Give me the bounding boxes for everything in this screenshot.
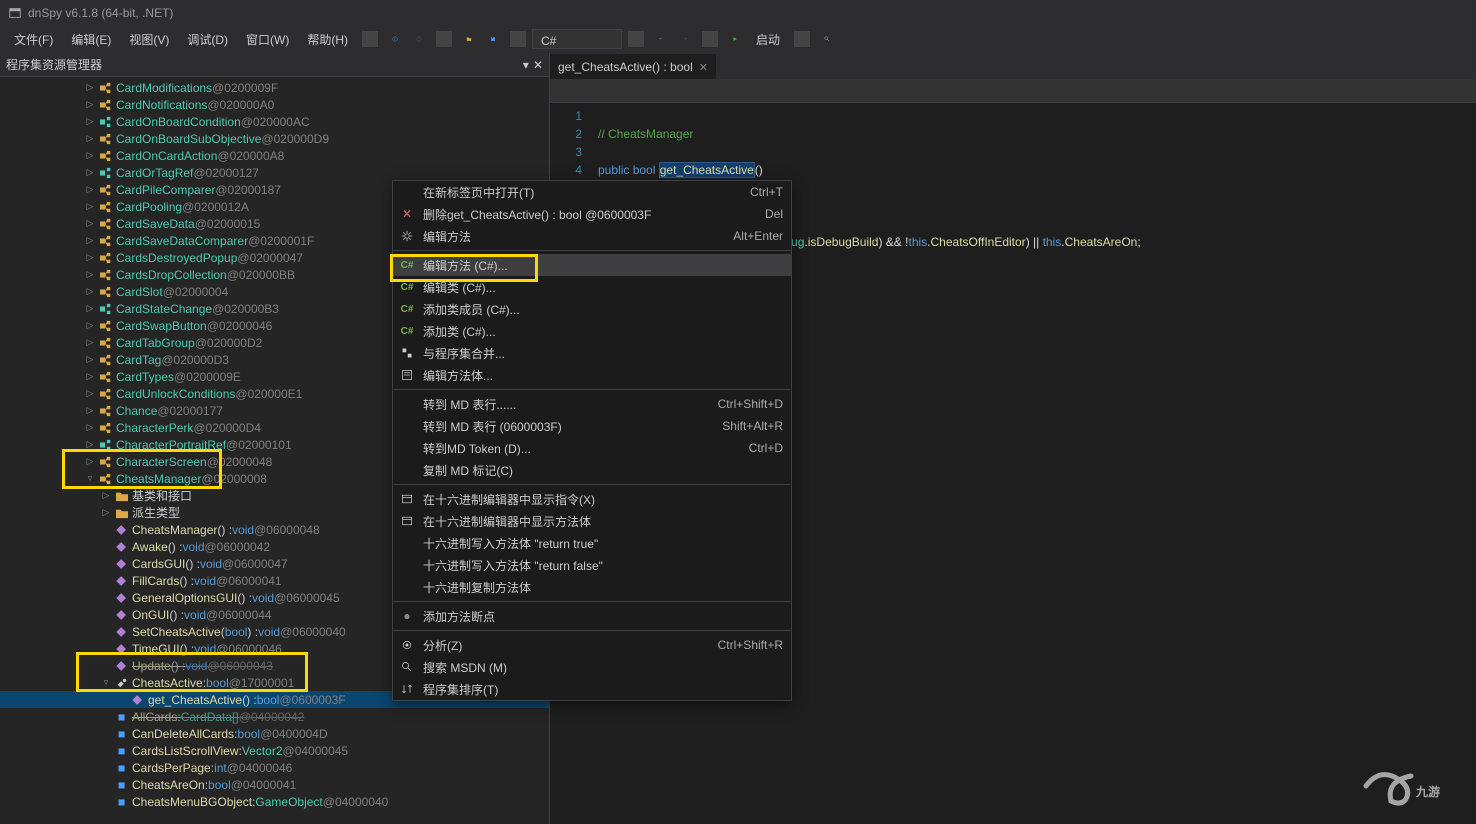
- context-menu-item[interactable]: 搜索 MSDN (M): [393, 656, 791, 678]
- save-all-icon[interactable]: [482, 28, 504, 50]
- tree-node[interactable]: CardsPerPage : int @04000046: [0, 759, 549, 776]
- context-menu-item[interactable]: 十六进制写入方法体 "return false": [393, 554, 791, 576]
- tree-node[interactable]: ▷CardOnBoardCondition @020000AC: [0, 113, 549, 130]
- context-menu-item[interactable]: 编辑方法体...: [393, 364, 791, 386]
- tab-close-icon[interactable]: ✕: [699, 61, 708, 74]
- watermark: 九游: [1356, 751, 1466, 814]
- context-menu-item[interactable]: 编辑方法Alt+Enter: [393, 225, 791, 247]
- tree-node[interactable]: CheatsMenuBGObject : GameObject @0400004…: [0, 793, 549, 810]
- menu-bar: 文件(F) 编辑(E) 视图(V) 调试(D) 窗口(W) 帮助(H) C# 启…: [0, 25, 1476, 53]
- tree-node[interactable]: ▷CardNotifications @020000A0: [0, 96, 549, 113]
- undo-icon[interactable]: [650, 28, 672, 50]
- svg-text:九游: 九游: [1415, 784, 1440, 799]
- tab-label: get_CheatsActive() : bool: [558, 60, 693, 74]
- menu-window[interactable]: 窗口(W): [238, 27, 297, 52]
- tree-node[interactable]: ▷CardOrTagRef @02000127: [0, 164, 549, 181]
- menu-debug[interactable]: 调试(D): [179, 27, 236, 52]
- start-icon[interactable]: [724, 28, 746, 50]
- tab-get-cheats-active[interactable]: get_CheatsActive() : bool ✕: [550, 54, 716, 79]
- context-menu-item[interactable]: 与程序集合并...: [393, 342, 791, 364]
- context-menu-item[interactable]: 十六进制写入方法体 "return true": [393, 532, 791, 554]
- tree-node[interactable]: CardsListScrollView : Vector2 @04000045: [0, 742, 549, 759]
- context-menu-item[interactable]: 复制 MD 标记(C): [393, 459, 791, 481]
- context-menu-item[interactable]: ●添加方法断点: [393, 605, 791, 627]
- context-menu-item[interactable]: 在十六进制编辑器中显示方法体: [393, 510, 791, 532]
- breadcrumb-bar: [550, 79, 1476, 103]
- tree-node[interactable]: AllCards : CardData[] @04000042: [0, 708, 549, 725]
- context-menu-item[interactable]: 转到MD Token (D)...Ctrl+D: [393, 437, 791, 459]
- context-menu-item[interactable]: C#编辑方法 (C#)...: [393, 254, 791, 276]
- menu-help[interactable]: 帮助(H): [299, 27, 356, 52]
- context-menu-item[interactable]: ✕删除get_CheatsActive() : bool @0600003FDe…: [393, 203, 791, 225]
- nav-forward-icon[interactable]: [408, 28, 430, 50]
- app-icon: [8, 6, 22, 20]
- tree-node[interactable]: ▷CardOnCardAction @020000A8: [0, 147, 549, 164]
- menu-edit[interactable]: 编辑(E): [63, 27, 119, 52]
- context-menu-item[interactable]: 程序集排序(T): [393, 678, 791, 700]
- menu-file[interactable]: 文件(F): [6, 27, 61, 52]
- search-icon[interactable]: [816, 28, 838, 50]
- context-menu-item[interactable]: C#编辑类 (C#)...: [393, 276, 791, 298]
- context-menu-item[interactable]: C#添加类成员 (C#)...: [393, 298, 791, 320]
- language-combo[interactable]: C#: [532, 29, 622, 49]
- panel-dropdown-icon[interactable]: ▾: [523, 58, 529, 72]
- menu-view[interactable]: 视图(V): [121, 27, 177, 52]
- app-title: dnSpy v6.1.8 (64-bit, .NET): [28, 6, 173, 20]
- start-label[interactable]: 启动: [748, 27, 788, 52]
- tree-node[interactable]: ▷CardOnBoardSubObjective @020000D9: [0, 130, 549, 147]
- context-menu-item[interactable]: 十六进制复制方法体: [393, 576, 791, 598]
- panel-close-icon[interactable]: ✕: [533, 58, 543, 72]
- context-menu-item[interactable]: C#添加类 (C#)...: [393, 320, 791, 342]
- nav-back-icon[interactable]: [384, 28, 406, 50]
- context-menu-item[interactable]: 在十六进制编辑器中显示指令(X): [393, 488, 791, 510]
- tree-node[interactable]: CanDeleteAllCards : bool @0400004D: [0, 725, 549, 742]
- panel-title: 程序集资源管理器: [6, 56, 102, 73]
- context-menu-item[interactable]: 在新标签页中打开(T)Ctrl+T: [393, 181, 791, 203]
- context-menu-item[interactable]: 转到 MD 表行......Ctrl+Shift+D: [393, 393, 791, 415]
- context-menu-item[interactable]: 分析(Z)Ctrl+Shift+R: [393, 634, 791, 656]
- tree-node[interactable]: ▷CardModifications @0200009F: [0, 79, 549, 96]
- open-icon[interactable]: [458, 28, 480, 50]
- context-menu[interactable]: 在新标签页中打开(T)Ctrl+T✕删除get_CheatsActive() :…: [392, 180, 792, 701]
- context-menu-item[interactable]: 转到 MD 表行 (0600003F)Shift+Alt+R: [393, 415, 791, 437]
- tab-bar: get_CheatsActive() : bool ✕: [550, 53, 1476, 79]
- redo-icon[interactable]: [674, 28, 696, 50]
- tree-node[interactable]: CheatsAreOn : bool @04000041: [0, 776, 549, 793]
- title-bar: dnSpy v6.1.8 (64-bit, .NET): [0, 0, 1476, 25]
